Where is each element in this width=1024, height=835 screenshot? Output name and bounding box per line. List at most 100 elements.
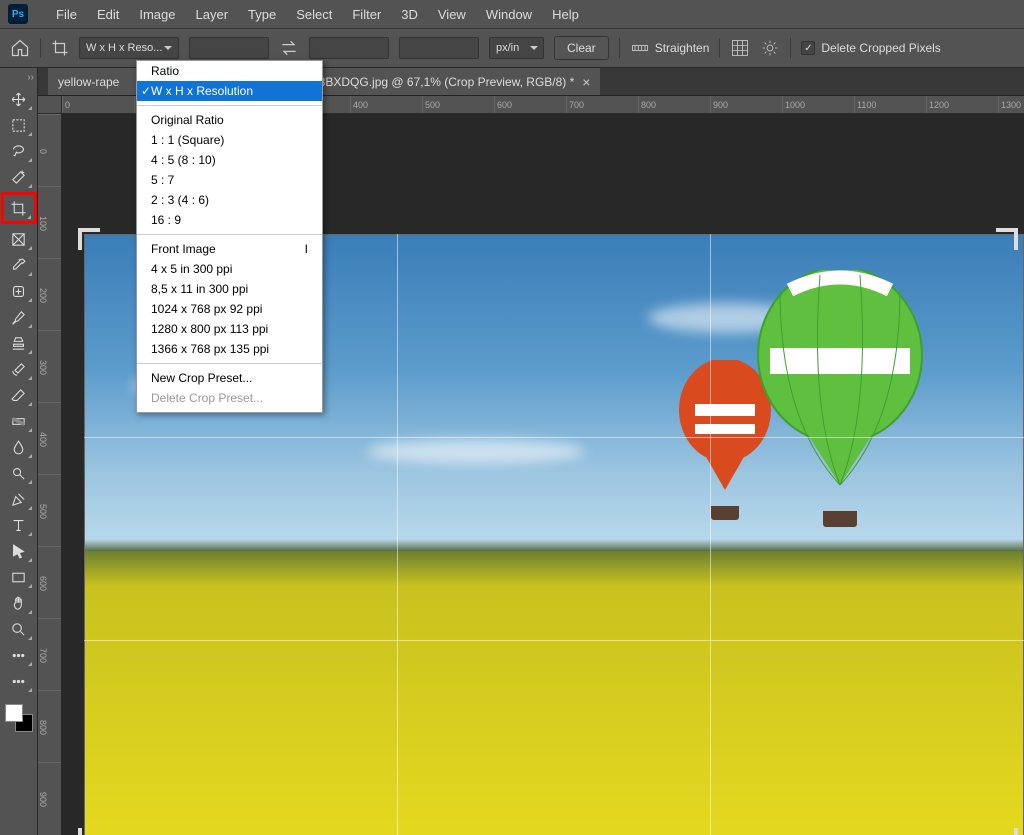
edit-toolbar[interactable]: [3, 668, 35, 694]
healing-brush-tool[interactable]: [3, 278, 35, 304]
preset-ratio[interactable]: Ratio: [137, 61, 322, 81]
delete-cropped-checkbox[interactable]: Delete Cropped Pixels: [801, 41, 940, 55]
image-balloon-green: [750, 270, 930, 527]
pen-tool[interactable]: [3, 486, 35, 512]
color-swatches[interactable]: [5, 704, 33, 732]
menu-view[interactable]: View: [430, 3, 474, 26]
preset-1-1[interactable]: 1 : 1 (Square): [137, 130, 322, 150]
new-crop-preset[interactable]: New Crop Preset...: [137, 368, 322, 388]
preset-1280x800-113[interactable]: 1280 x 800 px 113 ppi: [137, 319, 322, 339]
menu-layer[interactable]: Layer: [188, 3, 237, 26]
menu-3d[interactable]: 3D: [393, 3, 426, 26]
clone-stamp-tool[interactable]: [3, 330, 35, 356]
menu-help[interactable]: Help: [544, 3, 587, 26]
dodge-tool[interactable]: [3, 460, 35, 486]
close-tab-icon[interactable]: ×: [582, 74, 590, 90]
ruler-tick: 300: [38, 330, 61, 402]
eyedropper-tool[interactable]: [3, 252, 35, 278]
ruler-tick: 400: [350, 96, 422, 113]
history-brush-tool[interactable]: [3, 356, 35, 382]
preset-front-image[interactable]: Front Image: [137, 239, 322, 259]
crop-settings-icon[interactable]: [760, 38, 780, 58]
marquee-tool[interactable]: [3, 112, 35, 138]
clear-button[interactable]: Clear: [554, 36, 609, 60]
brush-tool[interactable]: [3, 304, 35, 330]
crop-handle-top-right[interactable]: [996, 228, 1018, 250]
type-tool[interactable]: [3, 512, 35, 538]
menu-type[interactable]: Type: [240, 3, 284, 26]
preset-4x5-300[interactable]: 4 x 5 in 300 ppi: [137, 259, 322, 279]
crop-handle-bottom-right[interactable]: [996, 828, 1018, 835]
eraser-tool[interactable]: [3, 382, 35, 408]
straighten-button[interactable]: Straighten: [630, 38, 710, 58]
home-icon[interactable]: [10, 38, 30, 58]
overlay-grid-icon[interactable]: [730, 38, 750, 58]
frame-tool[interactable]: [3, 226, 35, 252]
app-logo[interactable]: Ps: [8, 4, 28, 24]
zoom-tool[interactable]: [3, 616, 35, 642]
ruler-corner: [38, 96, 62, 114]
menu-edit[interactable]: Edit: [89, 3, 127, 26]
path-selection-tool[interactable]: [3, 538, 35, 564]
preset-1366x768-135[interactable]: 1366 x 768 px 135 ppi: [137, 339, 322, 359]
crop-width-input[interactable]: [189, 37, 269, 59]
crop-height-input[interactable]: [309, 37, 389, 59]
document-tab-title-right: W3BXDQG.jpg @ 67,1% (Crop Preview, RGB/8…: [307, 75, 574, 89]
image-field: [85, 551, 1023, 835]
ruler-tick: 600: [494, 96, 566, 113]
preset-16-9[interactable]: 16 : 9: [137, 210, 322, 230]
preset-1024x768-92[interactable]: 1024 x 768 px 92 ppi: [137, 299, 322, 319]
rectangle-tool[interactable]: [3, 564, 35, 590]
magic-wand-tool[interactable]: [3, 164, 35, 190]
menu-image[interactable]: Image: [131, 3, 183, 26]
crop-preset-menu: Ratio W x H x Resolution Original Ratio …: [136, 60, 323, 413]
move-tool[interactable]: [3, 86, 35, 112]
ruler-tick: 500: [422, 96, 494, 113]
preset-original-ratio[interactable]: Original Ratio: [137, 110, 322, 130]
document-tab-title-left: yellow-rape: [58, 75, 119, 89]
ruler-tick: 900: [710, 96, 782, 113]
more-tools[interactable]: [3, 642, 35, 668]
crop-preset-dropdown[interactable]: W x H x Reso...: [79, 37, 179, 59]
preset-85x11-300[interactable]: 8,5 x 11 in 300 ppi: [137, 279, 322, 299]
menu-separator: [137, 105, 322, 106]
document-tab[interactable]: yellow-rape W3BXDQG.jpg @ 67,1% (Crop Pr…: [48, 68, 600, 95]
ruler-tick: 700: [38, 618, 61, 690]
crop-handle-bottom-left[interactable]: [78, 828, 100, 835]
preset-4-5[interactable]: 4 : 5 (8 : 10): [137, 150, 322, 170]
hand-tool[interactable]: [3, 590, 35, 616]
divider: [719, 38, 720, 58]
preset-2-3[interactable]: 2 : 3 (4 : 6): [137, 190, 322, 210]
delete-crop-preset: Delete Crop Preset...: [137, 388, 322, 408]
divider: [790, 38, 791, 58]
menu-filter[interactable]: Filter: [344, 3, 389, 26]
expand-toolbar-icon[interactable]: ››: [0, 72, 37, 86]
preset-label: W x H x Reso...: [86, 42, 162, 54]
crop-resolution-input[interactable]: [399, 37, 479, 59]
menu-separator: [137, 363, 322, 364]
menu-select[interactable]: Select: [288, 3, 340, 26]
crop-tool[interactable]: [1, 192, 37, 224]
ruler-tick: 700: [566, 96, 638, 113]
unit-label: px/in: [496, 42, 519, 54]
blur-tool[interactable]: [3, 434, 35, 460]
swap-dimensions-icon[interactable]: [279, 38, 299, 58]
menu-file[interactable]: File: [48, 3, 85, 26]
gradient-tool[interactable]: [3, 408, 35, 434]
preset-wxhres[interactable]: W x H x Resolution: [137, 81, 322, 101]
lasso-tool[interactable]: [3, 138, 35, 164]
ruler-tick: 900: [38, 762, 61, 834]
ruler-tick: 100: [38, 186, 61, 258]
menu-bar: Ps File Edit Image Layer Type Select Fil…: [0, 0, 1024, 28]
tools-panel: ››: [0, 68, 38, 835]
crop-handle-top-left[interactable]: [78, 228, 100, 250]
foreground-color-swatch[interactable]: [5, 704, 23, 722]
menu-separator: [137, 234, 322, 235]
ruler-tick: 1000: [782, 96, 854, 113]
resolution-unit-dropdown[interactable]: px/in: [489, 37, 544, 59]
ruler-tick: 400: [38, 402, 61, 474]
preset-5-7[interactable]: 5 : 7: [137, 170, 322, 190]
ruler-tick: 600: [38, 546, 61, 618]
menu-window[interactable]: Window: [478, 3, 540, 26]
ruler-tick: 500: [38, 474, 61, 546]
